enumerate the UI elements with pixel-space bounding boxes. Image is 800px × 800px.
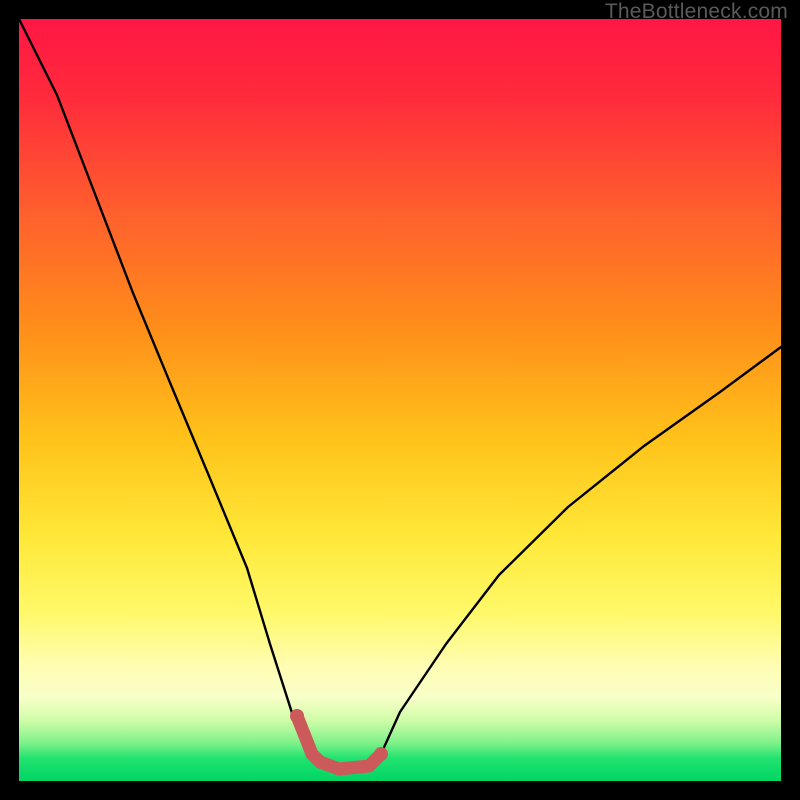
minimum-marker-segment [297, 716, 381, 769]
plot-area [19, 19, 781, 781]
marker-dot [290, 709, 304, 723]
watermark-text: TheBottleneck.com [605, 0, 788, 24]
bottleneck-curve [19, 19, 781, 781]
curve-line [19, 19, 781, 769]
marker-dot [374, 747, 388, 761]
chart-frame: TheBottleneck.com [0, 0, 800, 800]
